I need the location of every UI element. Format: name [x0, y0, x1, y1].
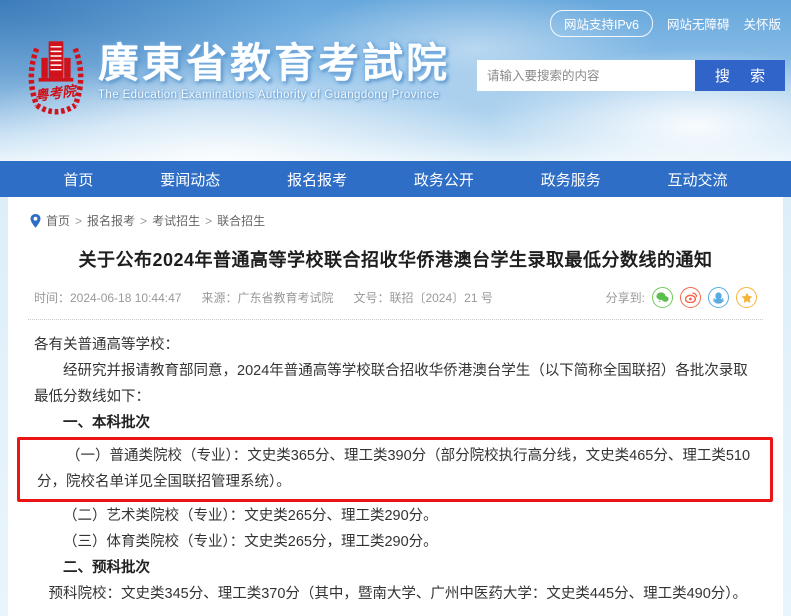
content-panel: 首页 > 报名报考 > 考试招生 > 联合招生 关于公布2024年普通高等学校联… [8, 197, 783, 616]
breadcrumb-item-registration[interactable]: 报名报考 [87, 212, 135, 229]
highlighted-score-box: （一）普通类院校（专业）：文史类365分、理工类390分（部分院校执行高分线，文… [17, 437, 773, 502]
article-title: 关于公布2024年普通高等学校联合招收华侨港澳台学生录取最低分数线的通知 [78, 250, 713, 270]
article-body: 各有关普通高等学校： 经研究并报请教育部同意，2024年普通高等学校联合招收华侨… [17, 320, 773, 616]
site-header: 网站支持IPv6 网站无障碍 关怀版 粤考院 廣東省教育考試院 The Educ… [0, 0, 791, 161]
seal-text: 粤考院 [34, 83, 79, 104]
art-category-paragraph: （二）艺术类院校（专业）：文史类265分、理工类290分。 [63, 508, 438, 524]
care-version-link[interactable]: 关怀版 [743, 14, 781, 33]
meta-time: 时间：2024-06-18 10:44:47 [34, 291, 182, 305]
preparatory-paragraph: 预科院校：文史类345分、理工类370分（其中，暨南大学、广州中医药大学：文史类… [48, 586, 748, 602]
nav-item-gov-services[interactable]: 政务服务 [541, 169, 601, 190]
share-label: 分享到: [605, 291, 645, 305]
share-wechat-icon[interactable] [652, 287, 673, 308]
nav-item-gov-disclosure[interactable]: 政务公开 [414, 169, 474, 190]
breadcrumb-separator: > [75, 213, 83, 228]
nav-item-interaction[interactable]: 互动交流 [668, 169, 728, 190]
location-pin-icon [30, 213, 41, 228]
share-qq-icon[interactable] [708, 287, 729, 308]
breadcrumb: 首页 > 报名报考 > 考试招生 > 联合招生 [28, 210, 763, 229]
search-input[interactable] [477, 60, 695, 91]
accessibility-link[interactable]: 网站无障碍 [667, 14, 730, 33]
site-name: 廣東省教育考試院 [98, 40, 450, 86]
header-top-links: 网站支持IPv6 网站无障碍 关怀版 [549, 10, 781, 37]
section-heading-preparatory: 二、预科批次 [63, 560, 150, 576]
nav-item-news[interactable]: 要闻动态 [160, 169, 220, 190]
meta-doc-number: 文号：联招〔2024〕21 号 [353, 291, 493, 305]
share-weibo-icon[interactable] [680, 287, 701, 308]
article-meta: 时间：2024-06-18 10:44:47 来源：广东省教育考试院 文号：联招… [28, 285, 763, 320]
search-box: 搜 索 [477, 60, 785, 91]
intro-paragraph: 经研究并报请教育部同意，2024年普通高等学校联合招收华侨港澳台学生（以下简称全… [34, 363, 748, 405]
site-logo-seal[interactable]: 粤考院 [24, 34, 88, 120]
breadcrumb-separator: > [205, 213, 213, 228]
nav-item-registration[interactable]: 报名报考 [287, 169, 347, 190]
main-nav: 首页 要闻动态 报名报考 政务公开 政务服务 互动交流 [0, 161, 791, 197]
search-button[interactable]: 搜 索 [695, 60, 785, 91]
breadcrumb-item-joint-admission[interactable]: 联合招生 [217, 212, 265, 229]
breadcrumb-item-home[interactable]: 首页 [46, 212, 70, 229]
salutation-paragraph: 各有关普通高等学校： [34, 337, 179, 353]
ipv6-badge[interactable]: 网站支持IPv6 [549, 10, 653, 37]
nav-item-home[interactable]: 首页 [63, 169, 93, 190]
meta-source: 来源：广东省教育考试院 [201, 291, 334, 305]
sports-category-paragraph: （三）体育类院校（专业）：文史类265分，理工类290分。 [63, 534, 438, 550]
site-name-english: The Education Examinations Authority of … [98, 89, 440, 101]
section-heading-undergraduate: 一、本科批次 [63, 415, 150, 431]
breadcrumb-item-exam-admission[interactable]: 考试招生 [152, 212, 200, 229]
signature-block: 中华人民共和国普通高等学校 联合招收华侨港澳台学生办公室 2024年6月17日 [34, 612, 757, 616]
breadcrumb-separator: > [140, 213, 148, 228]
general-category-paragraph: （一）普通类院校（专业）：文史类365分、理工类390分（部分院校执行高分线，文… [37, 448, 751, 490]
signature-line-1: 中华人民共和国普通高等学校 [34, 612, 757, 616]
share-qzone-star-icon[interactable] [736, 287, 757, 308]
